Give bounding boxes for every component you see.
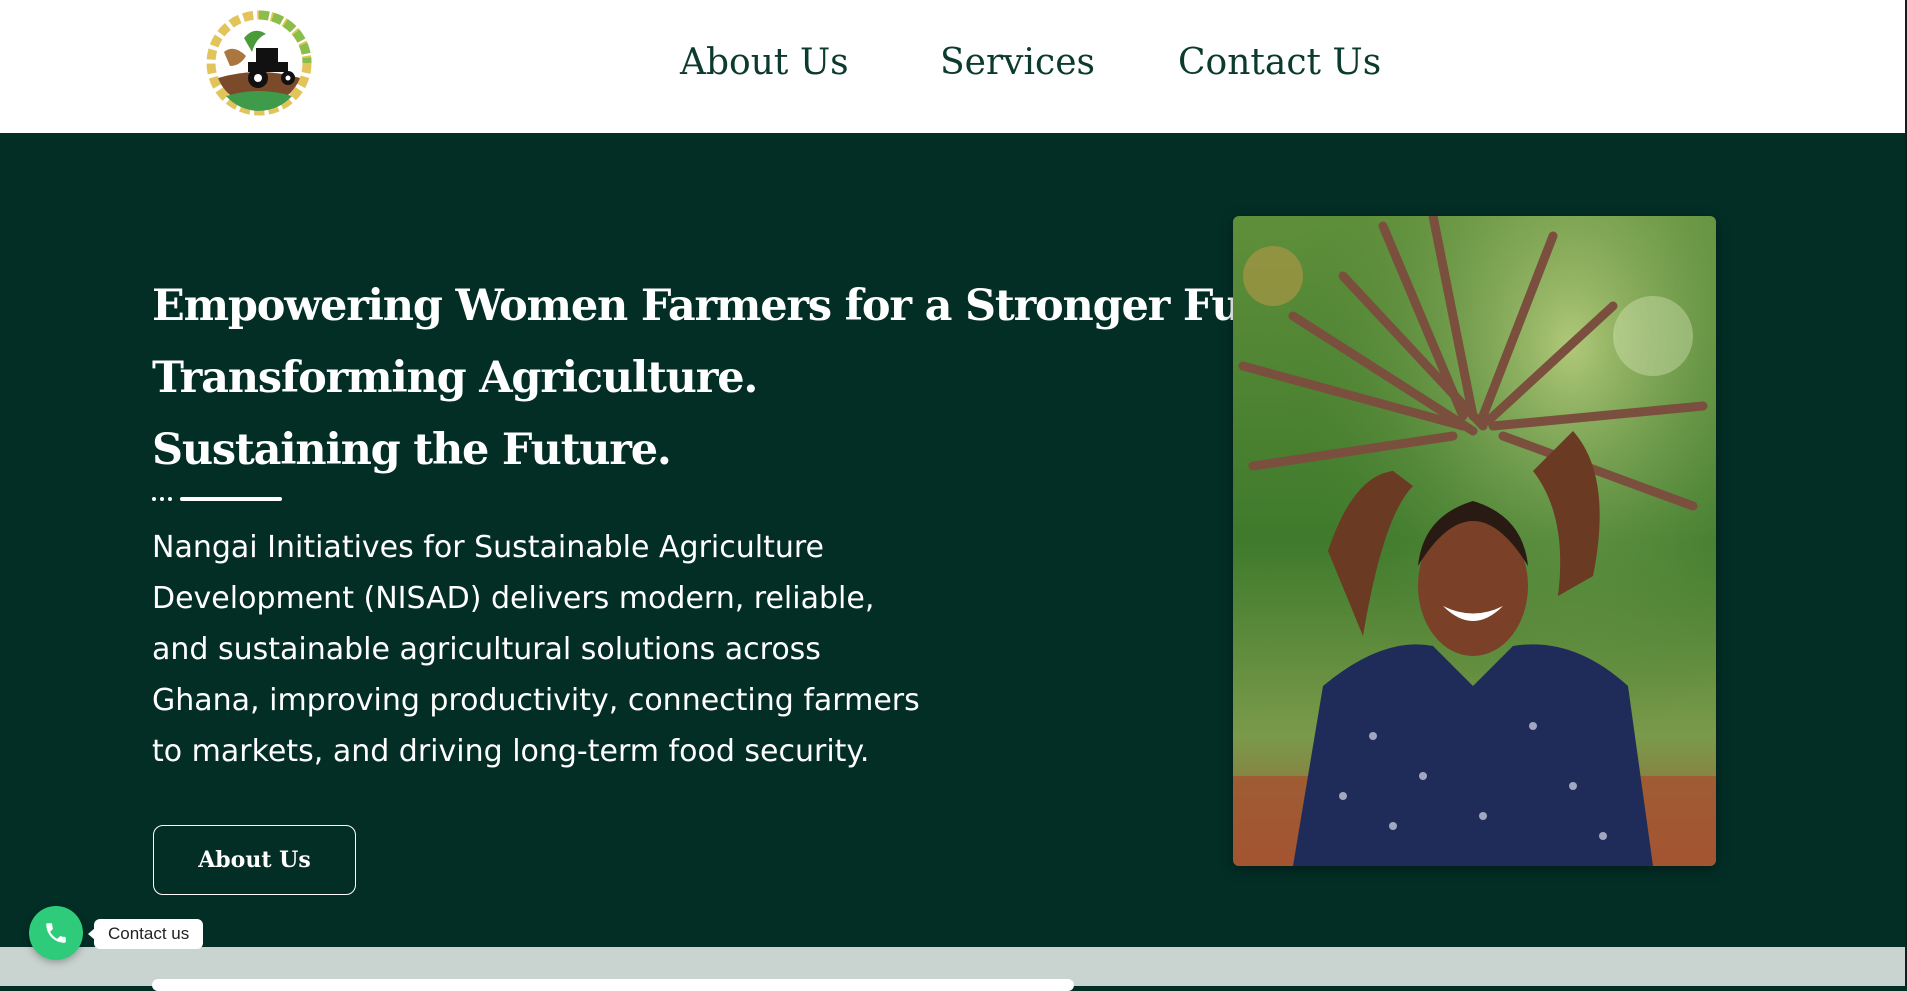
site-header: About Us Services Contact Us [0, 0, 1905, 133]
hero-description: Nangai Initiatives for Sustainable Agric… [152, 530, 920, 769]
nav-services[interactable]: Services [940, 42, 1095, 83]
floating-contact-label[interactable]: Contact us [87, 919, 204, 949]
nav-about-us[interactable]: About Us [680, 42, 849, 83]
floating-call-button[interactable] [29, 906, 83, 960]
next-section-card [152, 979, 1074, 991]
hero-photo [1233, 216, 1716, 866]
about-us-button[interactable]: About Us [153, 825, 356, 895]
hero-title-line-3: Sustaining the Future. [152, 425, 672, 475]
hero-title: Empowering Women Farmers for a Stronger … [152, 270, 1353, 486]
nav-contact-us[interactable]: Contact Us [1178, 42, 1381, 83]
hero-title-line-1: Empowering Women Farmers for a Stronger … [152, 281, 1353, 331]
hero-title-line-2: Transforming Agriculture. [152, 353, 758, 403]
site-logo[interactable] [204, 8, 314, 118]
title-divider [152, 497, 282, 501]
